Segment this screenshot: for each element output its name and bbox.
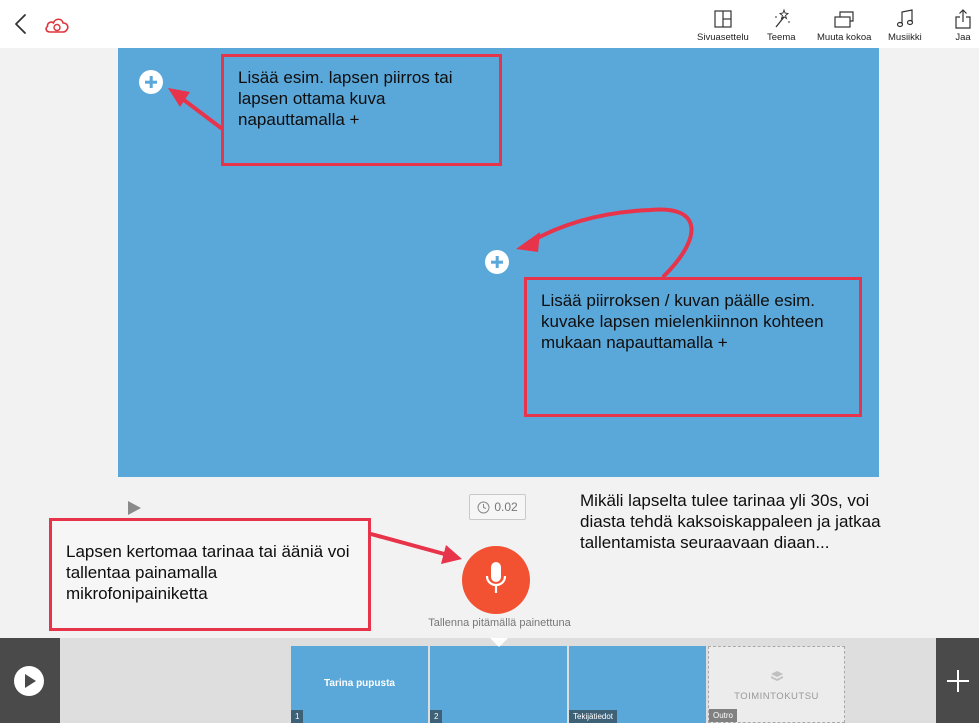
- theme-button[interactable]: Teema: [767, 8, 796, 48]
- layout-label: Sivuasettelu: [697, 32, 749, 43]
- cloud-sync-icon[interactable]: [44, 16, 70, 34]
- slide-number-badge: Outro: [709, 709, 738, 722]
- magic-wand-icon: [775, 8, 791, 28]
- share-button[interactable]: Jaa: [953, 8, 973, 48]
- slide-thumb-outro[interactable]: TOIMINTOKUTSU Outro: [708, 646, 845, 723]
- slide-strip: Tarina pupusta 1 2 Tekijätiedot TOIMINTO…: [0, 638, 979, 723]
- cta-logo-icon: [771, 671, 783, 681]
- slide-title: Tarina pupusta: [324, 678, 395, 689]
- slide-thumb-credits[interactable]: Tekijätiedot: [569, 646, 706, 723]
- microphone-icon: [485, 562, 507, 593]
- slide-number-badge: 1: [291, 710, 304, 723]
- preview-play-icon[interactable]: [126, 500, 142, 516]
- back-chevron-icon[interactable]: [10, 12, 32, 36]
- record-hint: Tallenna pitämällä painettuna: [428, 617, 571, 629]
- annotation-add-media: Lisää esim. lapsen piirros tai lapsen ot…: [221, 54, 502, 166]
- add-icon-button[interactable]: [485, 250, 509, 274]
- resize-label: Muuta kokoa: [817, 32, 872, 43]
- slide-thumb-2[interactable]: 2: [430, 646, 567, 723]
- music-label: Musiikki: [888, 32, 922, 43]
- slide-number-badge: Tekijätiedot: [569, 710, 618, 723]
- duration-timer: 0.02: [469, 494, 526, 520]
- share-label: Jaa: [955, 32, 971, 43]
- slide-thumb-1[interactable]: Tarina pupusta 1: [291, 646, 428, 723]
- music-button[interactable]: Musiikki: [888, 8, 922, 48]
- share-icon: [955, 9, 971, 29]
- music-note-icon: [896, 9, 913, 28]
- play-circle-icon: [14, 666, 44, 696]
- outro-cta-label: TOIMINTOKUTSU: [734, 691, 819, 702]
- play-story-button[interactable]: [0, 638, 60, 723]
- clock-icon: [477, 501, 490, 513]
- annotation-add-icon: Lisää piirroksen / kuvan päälle esim. ku…: [524, 277, 862, 417]
- theme-label: Teema: [767, 32, 796, 43]
- annotation-record: Lapsen kertomaa tarinaa tai ääniä voi ta…: [49, 518, 371, 631]
- layout-icon: [714, 10, 732, 28]
- slide-number-badge: 2: [430, 710, 443, 723]
- layout-button[interactable]: Sivuasettelu: [697, 8, 749, 48]
- timer-value: 0.02: [494, 500, 518, 514]
- resize-icon: [834, 11, 854, 28]
- selected-slide-caret: [490, 638, 508, 647]
- annotation-duplicate: Mikäli lapselta tulee tarinaa yli 30s, v…: [580, 491, 881, 552]
- add-media-button[interactable]: [139, 70, 163, 94]
- top-toolbar: Sivuasettelu Teema Muuta kokoa Musiikki: [0, 0, 979, 48]
- record-button[interactable]: [462, 546, 530, 614]
- resize-button[interactable]: Muuta kokoa: [817, 8, 871, 48]
- add-slide-button[interactable]: [936, 638, 979, 723]
